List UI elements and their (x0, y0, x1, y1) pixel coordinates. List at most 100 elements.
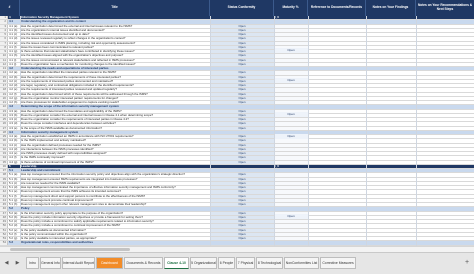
requirement-title[interactable]: Has top management ensured ISMS requirem… (20, 178, 210, 181)
docs-cell[interactable] (308, 156, 366, 159)
row-number[interactable]: 50 (0, 224, 8, 228)
row-number[interactable]: 34 (0, 156, 8, 160)
docs-cell[interactable] (308, 71, 366, 74)
recommendation-cell[interactable] (416, 54, 474, 57)
clause-ref[interactable]: 4.4 (d) (8, 148, 20, 151)
row-number[interactable]: 22 (0, 105, 8, 109)
docs-cell[interactable] (308, 97, 366, 100)
notes-cell[interactable] (366, 16, 416, 19)
notes-cell[interactable] (366, 207, 416, 210)
docs-cell[interactable] (308, 144, 366, 147)
status-cell[interactable]: Open (210, 33, 274, 37)
status-cell[interactable]: Open (210, 50, 274, 54)
row-number[interactable]: 19 (0, 92, 8, 96)
recommendation-cell[interactable] (416, 229, 474, 232)
clause-ref[interactable]: 5.2 (g) (8, 237, 20, 240)
maturity-cell[interactable] (274, 28, 308, 32)
status-cell[interactable]: Open (210, 220, 274, 224)
notes-cell[interactable] (366, 199, 416, 202)
clause-ref[interactable]: 4.1 (b) (8, 29, 20, 32)
docs-cell[interactable] (308, 33, 366, 36)
row-number[interactable]: 4 (0, 28, 8, 32)
docs-cell[interactable] (308, 122, 366, 125)
notes-cell[interactable] (366, 135, 416, 138)
maturity-cell[interactable] (274, 207, 308, 210)
notes-cell[interactable] (366, 76, 416, 79)
notes-cell[interactable] (366, 84, 416, 87)
maturity-cell[interactable] (274, 177, 308, 181)
row-number[interactable]: 41 (0, 186, 8, 190)
maturity-cell[interactable] (274, 139, 308, 143)
row-number[interactable]: 39 (0, 177, 8, 181)
notes-cell[interactable] (366, 148, 416, 151)
row-number[interactable]: 6 (0, 37, 8, 41)
row-number[interactable]: 2 (0, 20, 8, 24)
row-number[interactable]: 12 (0, 62, 8, 66)
notes-cell[interactable] (366, 212, 416, 215)
recommendation-cell[interactable] (416, 186, 474, 189)
docs-cell[interactable] (308, 16, 366, 19)
requirement-title[interactable]: Are the identified issues documented and… (20, 33, 210, 36)
docs-cell[interactable] (308, 80, 366, 83)
docs-cell[interactable] (308, 229, 366, 232)
recommendation-cell[interactable] (416, 161, 474, 164)
row-number[interactable]: 38 (0, 173, 8, 177)
maturity-cell[interactable] (274, 101, 308, 105)
notes-cell[interactable] (366, 122, 416, 125)
clause-ref[interactable]: 5.1 (g) (8, 199, 20, 202)
maturity-cell[interactable] (274, 173, 308, 177)
subsection-header-row[interactable]: 54 5.3 Organizational roles, responsibilit… (0, 241, 474, 246)
recommendation-cell[interactable] (416, 212, 474, 215)
row-number[interactable]: 1 (0, 16, 8, 20)
requirement-title[interactable]: Is the scope of the ISMS available as do… (20, 127, 210, 130)
row-number[interactable]: 17 (0, 84, 8, 88)
recommendation-cell[interactable] (416, 33, 474, 36)
status-cell[interactable]: Open (210, 160, 274, 164)
status-cell[interactable]: Open (210, 54, 274, 58)
maturity-cell[interactable] (274, 186, 308, 190)
requirement-title[interactable]: Are legal, regulatory, and contractual o… (20, 84, 210, 87)
row-number[interactable]: 31 (0, 143, 8, 147)
requirement-title[interactable]: Does the organization monitor interested… (20, 97, 210, 100)
docs-cell[interactable] (308, 131, 366, 134)
docs-cell[interactable] (308, 199, 366, 202)
row-number[interactable]: 10 (0, 54, 8, 58)
notes-cell[interactable] (366, 241, 416, 244)
clause-ref[interactable]: 4.1 (d) (8, 37, 20, 40)
status-cell[interactable]: Open (210, 96, 274, 100)
notes-cell[interactable] (366, 173, 416, 176)
recommendation-cell[interactable] (416, 63, 474, 66)
docs-cell[interactable] (308, 148, 366, 151)
clause-ref[interactable]: 5.2 (b) (8, 216, 20, 219)
clause-ref[interactable]: 4.3 (d) (8, 122, 20, 125)
notes-cell[interactable] (366, 156, 416, 159)
requirement-title[interactable]: Are the issues reviewed regularly to ref… (20, 37, 210, 40)
notes-cell[interactable] (366, 97, 416, 100)
row-number[interactable]: 27 (0, 126, 8, 130)
clause-ref[interactable]: 4.3 (b) (8, 114, 20, 117)
docs-cell[interactable] (308, 110, 366, 113)
docs-cell[interactable] (308, 20, 366, 23)
status-cell[interactable]: Open (210, 113, 274, 117)
clause-ref[interactable]: 4.2 (8, 67, 20, 70)
clause-ref[interactable]: 4.1 (f) (8, 46, 20, 49)
clause-ref[interactable]: 5.1 (8, 169, 20, 172)
notes-cell[interactable] (366, 63, 416, 66)
recommendation-cell[interactable] (416, 135, 474, 138)
row-number[interactable]: 28 (0, 130, 8, 134)
notes-cell[interactable] (366, 118, 416, 121)
spreadsheet-grid[interactable]: 1 4 Information Security Management System… (0, 16, 474, 246)
row-number[interactable]: 47 (0, 211, 8, 215)
clause-ref[interactable]: 4.4 (c) (8, 144, 20, 147)
recommendation-cell[interactable] (416, 220, 474, 223)
status-cell[interactable]: Open (210, 228, 274, 232)
maturity-cell[interactable] (274, 203, 308, 207)
docs-cell[interactable] (308, 178, 366, 181)
clause-ref[interactable]: 5.1 (h) (8, 203, 20, 206)
recommendation-cell[interactable] (416, 88, 474, 91)
row-number[interactable]: 43 (0, 194, 8, 198)
requirement-title[interactable]: Is the ISMS continually improved? (20, 156, 210, 159)
recommendation-cell[interactable] (416, 37, 474, 40)
clause-ref[interactable]: 4.4 (f) (8, 156, 20, 159)
clause-ref[interactable]: 5.2 (f) (8, 233, 20, 236)
